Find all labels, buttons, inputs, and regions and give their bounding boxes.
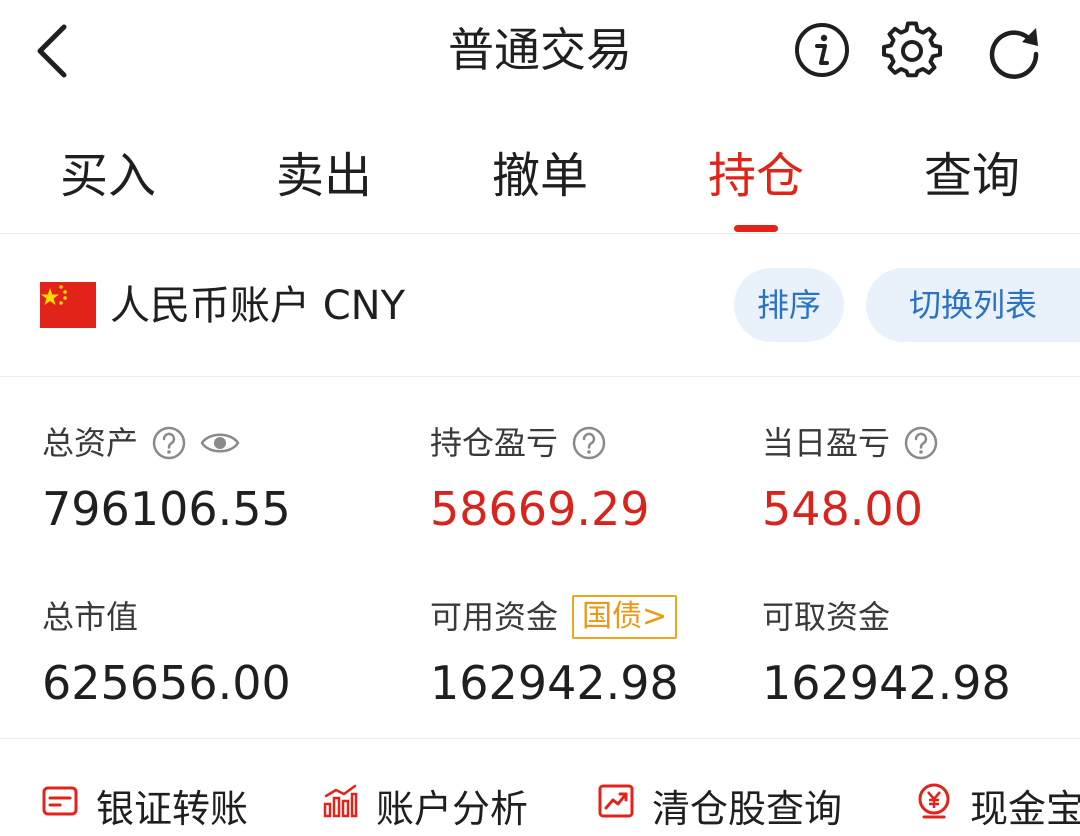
cash-treasure-button[interactable]: 现金宝 — [916, 774, 1080, 836]
daily-pnl-value: 548.00 — [762, 482, 923, 536]
divider — [0, 233, 1080, 234]
tab-positions[interactable]: 持仓 — [676, 144, 836, 224]
tab-buy[interactable]: 买入 — [28, 144, 188, 224]
info-icon — [793, 21, 851, 83]
tab-sell[interactable]: 卖出 — [244, 144, 404, 224]
divider — [0, 376, 1080, 377]
withdrawable-funds-label: 可取资金 — [762, 598, 891, 636]
help-icon[interactable] — [904, 426, 938, 460]
card-icon — [42, 783, 78, 827]
withdrawable-funds-value: 162942.98 — [762, 656, 1011, 710]
daily-pnl-label: 当日盈亏 — [762, 421, 938, 465]
switch-list-button[interactable]: 切换列表 — [866, 268, 1080, 342]
info-button[interactable] — [792, 22, 852, 82]
refresh-button[interactable] — [984, 22, 1044, 82]
gear-icon — [882, 20, 942, 84]
available-funds-value: 162942.98 — [430, 656, 679, 710]
available-funds-label: 可用资金 国债> — [430, 595, 678, 639]
tab-cancel-order[interactable]: 撤单 — [460, 144, 620, 224]
refresh-icon — [984, 20, 1044, 84]
trade-tabs: 买入 卖出 撤单 持仓 查询 — [0, 130, 1080, 232]
position-pnl-value: 58669.29 — [430, 482, 650, 536]
bar-chart-icon — [322, 783, 358, 827]
account-label: 人民币账户 CNY — [110, 283, 405, 329]
settings-button[interactable] — [882, 20, 942, 84]
top-bar: 普通交易 — [0, 0, 1080, 110]
help-icon[interactable] — [152, 426, 186, 460]
china-flag-icon — [40, 282, 96, 328]
sort-button[interactable]: 排序 — [734, 268, 844, 342]
position-pnl-label: 持仓盈亏 — [430, 421, 606, 465]
active-tab-indicator — [734, 225, 778, 232]
treasury-bond-badge[interactable]: 国债> — [572, 595, 678, 639]
yuan-coin-icon — [916, 783, 952, 828]
market-value-value: 625656.00 — [42, 656, 291, 710]
bank-transfer-button[interactable]: 银证转账 — [42, 774, 248, 836]
account-analysis-button[interactable]: 账户分析 — [322, 774, 528, 836]
total-assets-label: 总资产 — [42, 421, 240, 465]
chevron-left-icon — [32, 21, 72, 85]
market-value-label: 总市值 — [42, 598, 139, 636]
divider — [0, 738, 1080, 739]
eye-icon[interactable] — [200, 428, 240, 458]
tab-query[interactable]: 查询 — [892, 144, 1052, 224]
total-assets-value: 796106.55 — [42, 482, 291, 536]
trend-chart-icon — [598, 783, 634, 827]
cleared-stock-query-button[interactable]: 清仓股查询 — [598, 774, 842, 836]
help-icon[interactable] — [572, 426, 606, 460]
back-button[interactable] — [22, 18, 82, 88]
